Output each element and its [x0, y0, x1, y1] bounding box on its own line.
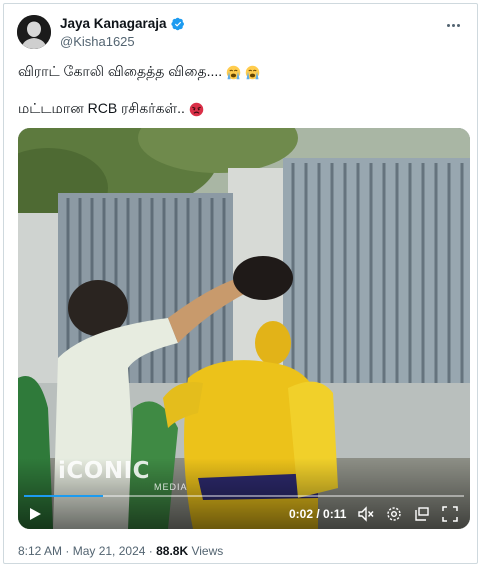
author-display-name[interactable]: Jaya Kanagaraja — [60, 16, 167, 31]
tweet-time[interactable]: 8:12 AM — [18, 544, 62, 558]
video-controls: 0:02 / 0:11 — [18, 495, 470, 529]
loudly-crying-face-icon — [226, 65, 241, 80]
more-options-button[interactable] — [440, 15, 466, 35]
tweet-date[interactable]: May 21, 2024 — [73, 544, 146, 558]
progress-bar[interactable] — [24, 495, 464, 497]
dot-icon — [446, 23, 450, 27]
views-label: Views — [188, 544, 224, 558]
dot-icon — [456, 23, 460, 27]
author-name-row[interactable]: Jaya Kanagaraja — [60, 16, 185, 31]
author-handle[interactable]: @Kisha1625 — [60, 34, 135, 49]
video-watermark: iCONIC MEDIA — [58, 458, 188, 492]
views-count: 88.8K — [156, 544, 189, 558]
separator: · — [62, 544, 73, 558]
video-player[interactable]: iCONIC MEDIA 0:02 / 0:11 — [18, 128, 470, 529]
separator: · — [145, 544, 157, 558]
watermark-logo: iCONIC — [58, 458, 151, 484]
play-icon[interactable] — [28, 507, 42, 521]
tweet-text: விராட் கோலி விதைத்த விதை.... — [18, 63, 223, 79]
tweet-card: Jaya Kanagaraja @Kisha1625 விராட் கோலி வ… — [3, 3, 478, 564]
tweet-meta: 8:12 AM · May 21, 2024 · 88.8K Views — [18, 544, 223, 558]
dot-icon — [451, 23, 455, 27]
tweet-text: மட்டமான RCB ரசிகர்கள்.. — [18, 100, 185, 116]
watermark-sub: MEDIA — [154, 482, 188, 492]
tweet-text-line-2: மட்டமான RCB ரசிகர்கள்.. — [18, 100, 204, 119]
mute-icon[interactable] — [358, 506, 374, 522]
picture-in-picture-icon[interactable] — [414, 506, 430, 522]
tweet-text-line-1: விராட் கோலி விதைத்த விதை.... — [18, 63, 260, 82]
verified-badge-icon — [170, 17, 184, 30]
avatar-image — [17, 15, 51, 49]
fullscreen-icon[interactable] — [442, 506, 458, 522]
avatar[interactable] — [17, 15, 51, 49]
angry-face-icon — [189, 102, 204, 117]
video-time: 0:02 / 0:11 — [289, 507, 347, 521]
progress-fill — [24, 495, 104, 497]
loudly-crying-face-icon — [245, 65, 260, 80]
settings-icon[interactable] — [386, 506, 402, 522]
